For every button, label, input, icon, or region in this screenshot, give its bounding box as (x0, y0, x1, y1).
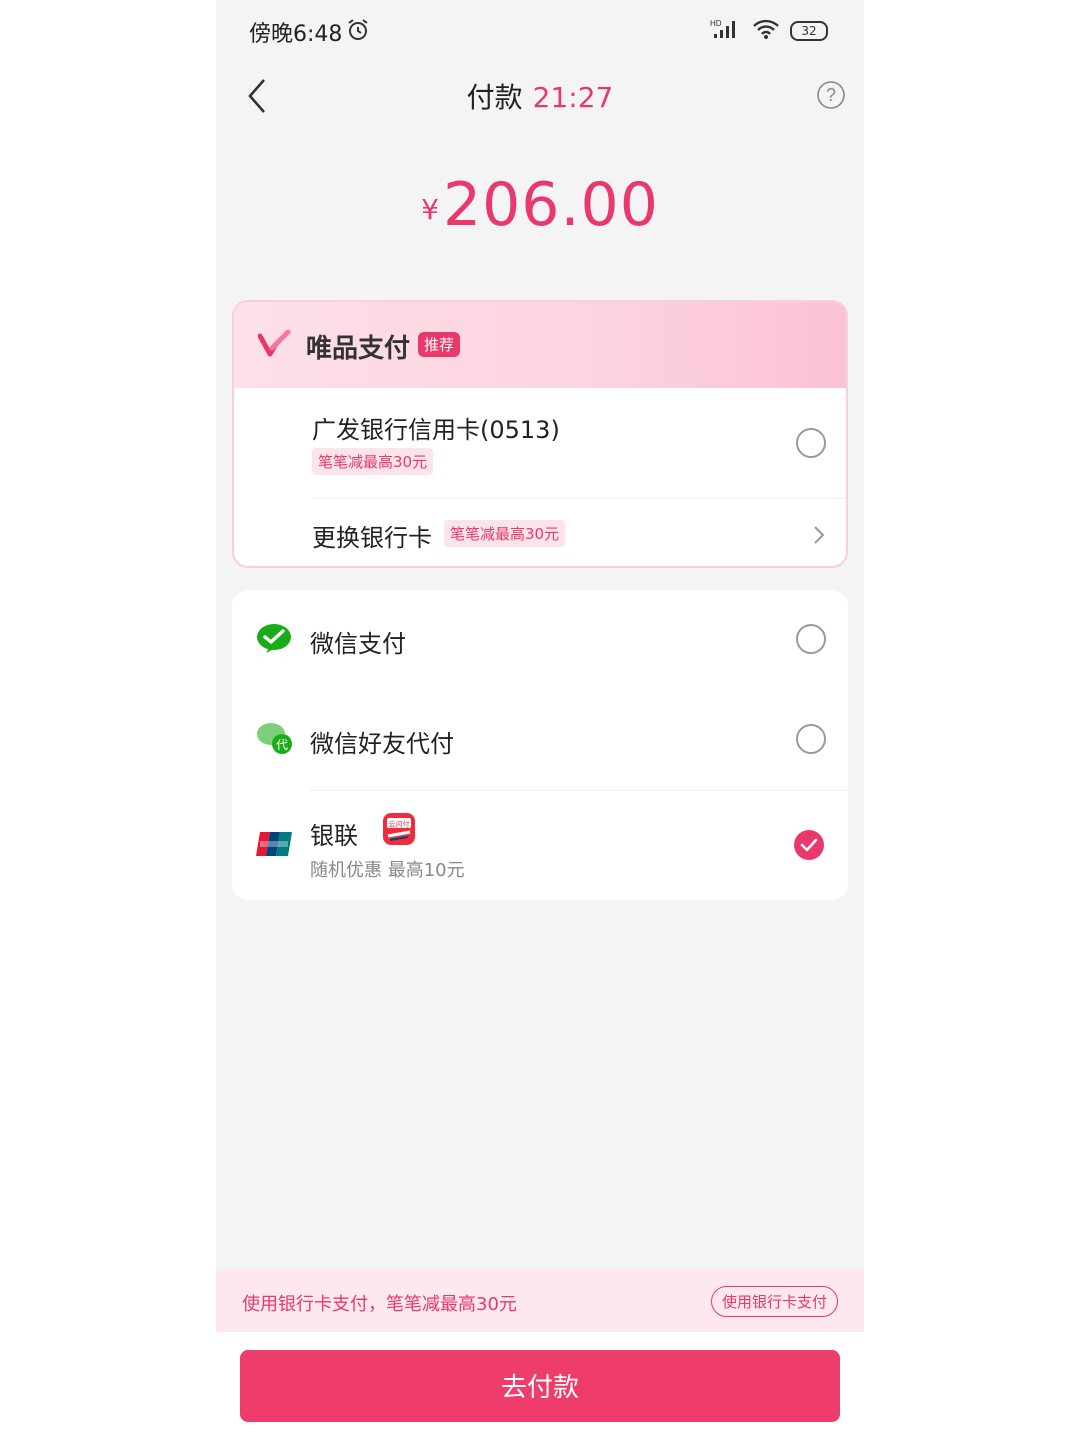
battery-indicator: 32 (790, 21, 828, 41)
change-bank-card-promo: 笔笔减最高30元 (444, 520, 566, 547)
wechat-friend-pay-radio[interactable] (796, 724, 826, 754)
wechat-pay-radio[interactable] (796, 624, 826, 654)
credit-card-radio[interactable] (796, 428, 826, 458)
credit-card-promo: 笔笔减最高30元 (312, 448, 434, 475)
unionpay-label: 银联 (310, 822, 358, 850)
svg-text:?: ? (826, 85, 836, 105)
payment-countdown: 21:27 (532, 81, 614, 114)
vip-pay-header: 唯品支付 推荐 (234, 302, 846, 388)
check-icon (800, 838, 818, 852)
bank-card-promo-text: 使用银行卡支付，笔笔减最高30元 (242, 1294, 517, 1315)
page-title: 付款 21:27 (216, 76, 864, 116)
use-bank-card-button[interactable]: 使用银行卡支付 (710, 1286, 838, 1317)
page-title-text: 付款 (466, 81, 523, 114)
wechat-friend-pay-label: 微信好友代付 (310, 730, 454, 758)
pay-bar: 去付款 (216, 1332, 864, 1439)
help-button[interactable]: ? (816, 80, 846, 114)
status-icons: HD 32 (710, 18, 828, 44)
method-wechat-friend-pay[interactable]: 代 微信好友代付 (232, 690, 848, 790)
network-label: HD (710, 19, 722, 28)
wechat-friend-pay-icon: 代 (256, 720, 294, 760)
unionpay-icon (256, 832, 292, 860)
wifi-icon (752, 18, 780, 44)
unionpay-selected-check[interactable] (794, 830, 824, 860)
yunshanfu-text: 云闪付 (389, 820, 410, 829)
status-bar: 傍晚6:48 HD 32 (216, 0, 864, 62)
recommended-badge: 推荐 (418, 332, 461, 357)
method-unionpay[interactable]: 银联 云闪付 随机优惠 最高10元 (232, 790, 848, 900)
amount-value: 206.00 (442, 170, 659, 240)
nav-bar: 付款 21:27 ? (216, 62, 864, 132)
status-time: 傍晚6:48 (249, 22, 343, 47)
signal-icon: HD (710, 18, 742, 44)
vip-logo-icon (257, 329, 292, 362)
bank-card-promo-bar: 使用银行卡支付，笔笔减最高30元 使用银行卡支付 (216, 1270, 864, 1332)
method-wechat-pay[interactable]: 微信支付 (232, 590, 848, 690)
change-bank-card-label: 更换银行卡 (312, 524, 432, 552)
chevron-right-icon (812, 524, 826, 550)
wechat-pay-label: 微信支付 (310, 630, 406, 658)
currency-symbol: ¥ (421, 193, 439, 226)
vip-pay-card: 唯品支付 推荐 广发银行信用卡(0513) 笔笔减最高30元 更换银行卡 笔笔减… (232, 300, 848, 568)
vip-pay-title: 唯品支付 (306, 334, 411, 364)
friend-pay-badge-text: 代 (276, 738, 288, 752)
wechat-pay-icon (256, 622, 292, 660)
yunshanfu-icon: 云闪付 (382, 812, 416, 850)
change-bank-card-row[interactable]: 更换银行卡 笔笔减最高30元 (234, 498, 846, 566)
payment-amount: ¥206.00 (216, 170, 864, 240)
unionpay-promo: 随机优惠 最高10元 (310, 860, 465, 881)
payment-methods-card: 微信支付 代 微信好友代付 银联 云闪付 随机优惠 最高10元 (232, 590, 848, 900)
go-pay-button[interactable]: 去付款 (240, 1350, 840, 1422)
credit-card-option[interactable]: 广发银行信用卡(0513) 笔笔减最高30元 (234, 388, 846, 498)
help-icon: ? (817, 81, 845, 109)
alarm-icon (346, 18, 370, 46)
credit-card-name: 广发银行信用卡(0513) (312, 416, 560, 444)
payment-screen: 傍晚6:48 HD 32 付款 21:27 ? ¥206.00 唯品支付 推荐 … (216, 0, 864, 1439)
